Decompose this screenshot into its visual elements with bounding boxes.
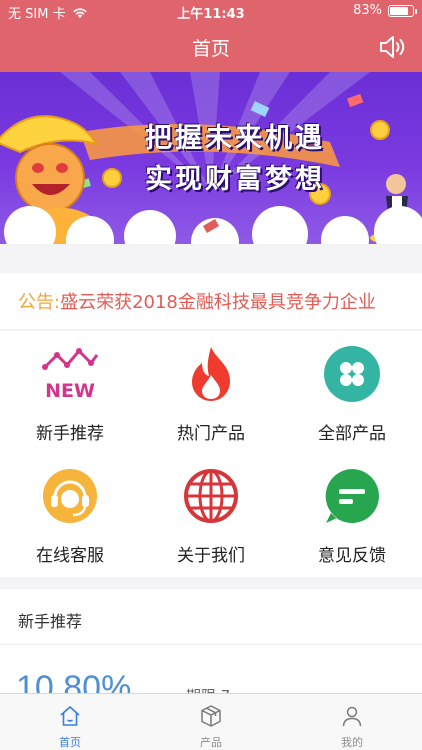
grid-item-label: 关于我们 xyxy=(177,546,245,566)
grid-item-all[interactable]: 全部产品 xyxy=(282,331,422,451)
battery-icon xyxy=(388,4,417,17)
app-root: 无 SIM 卡 上午11:43 83% 首页 把握未来机遇 实现财富梦想 公告:… xyxy=(0,0,422,750)
grid-item-feedback[interactable]: 意见反馈 xyxy=(282,453,422,573)
battery-fill xyxy=(390,6,408,15)
feedback-icon xyxy=(325,469,379,523)
tab-label: 产品 xyxy=(200,736,222,749)
recommend-title: 新手推荐 xyxy=(18,612,83,631)
grid-item-about[interactable]: 关于我们 xyxy=(141,453,281,573)
grid-item-label: 新手推荐 xyxy=(36,424,104,444)
all-products-icon xyxy=(324,346,380,402)
tab-bar: 首页 产品 我的 xyxy=(0,693,422,750)
announcement-text[interactable]: 盛云荣获2018金融科技最具竞争力企业 xyxy=(60,288,376,314)
home-icon xyxy=(60,706,80,726)
status-right: 83% xyxy=(353,3,417,18)
grid-item-service[interactable]: 在线客服 xyxy=(0,453,140,573)
tab-products[interactable]: 产品 xyxy=(141,694,281,750)
user-icon xyxy=(342,706,362,727)
banner-headline-1: 把握未来机遇 xyxy=(145,123,325,154)
customer-service-icon xyxy=(43,469,97,523)
recommend-header: 新手推荐 xyxy=(0,589,422,645)
grid-item-newbie[interactable]: NEW 新手推荐 xyxy=(0,331,140,451)
grid-item-label: 热门产品 xyxy=(177,424,245,444)
tab-home[interactable]: 首页 xyxy=(0,694,140,750)
grid-item-label: 意见反馈 xyxy=(318,546,386,566)
grid-item-label: 在线客服 xyxy=(36,546,104,566)
announcement-bar[interactable]: 公告: 盛云荣获2018金融科技最具竞争力企业 xyxy=(0,273,422,329)
promo-banner[interactable]: 把握未来机遇 实现财富梦想 xyxy=(0,72,422,244)
tab-label: 我的 xyxy=(341,736,363,749)
banner-headline-2: 实现财富梦想 xyxy=(145,164,325,195)
grid-item-hot[interactable]: 热门产品 xyxy=(141,331,281,451)
new-icon: NEW xyxy=(42,348,99,402)
feature-grid: NEW 新手推荐 热门产品 全部产品 在线客服 关于我们 意见反馈 xyxy=(0,331,422,577)
box-icon xyxy=(201,705,221,727)
tab-mine[interactable]: 我的 xyxy=(282,694,422,750)
new-badge-text: NEW xyxy=(45,380,95,402)
battery-percent: 83% xyxy=(353,3,382,18)
announcement-label: 公告: xyxy=(18,292,61,313)
flame-icon xyxy=(192,347,230,401)
tab-label: 首页 xyxy=(59,736,81,749)
grid-item-label: 全部产品 xyxy=(318,424,386,444)
nav-bar: 首页 xyxy=(0,22,422,72)
status-bar: 无 SIM 卡 上午11:43 83% xyxy=(0,0,422,22)
speaker-icon[interactable] xyxy=(378,33,408,61)
globe-icon xyxy=(184,469,238,523)
page-title: 首页 xyxy=(191,38,230,60)
